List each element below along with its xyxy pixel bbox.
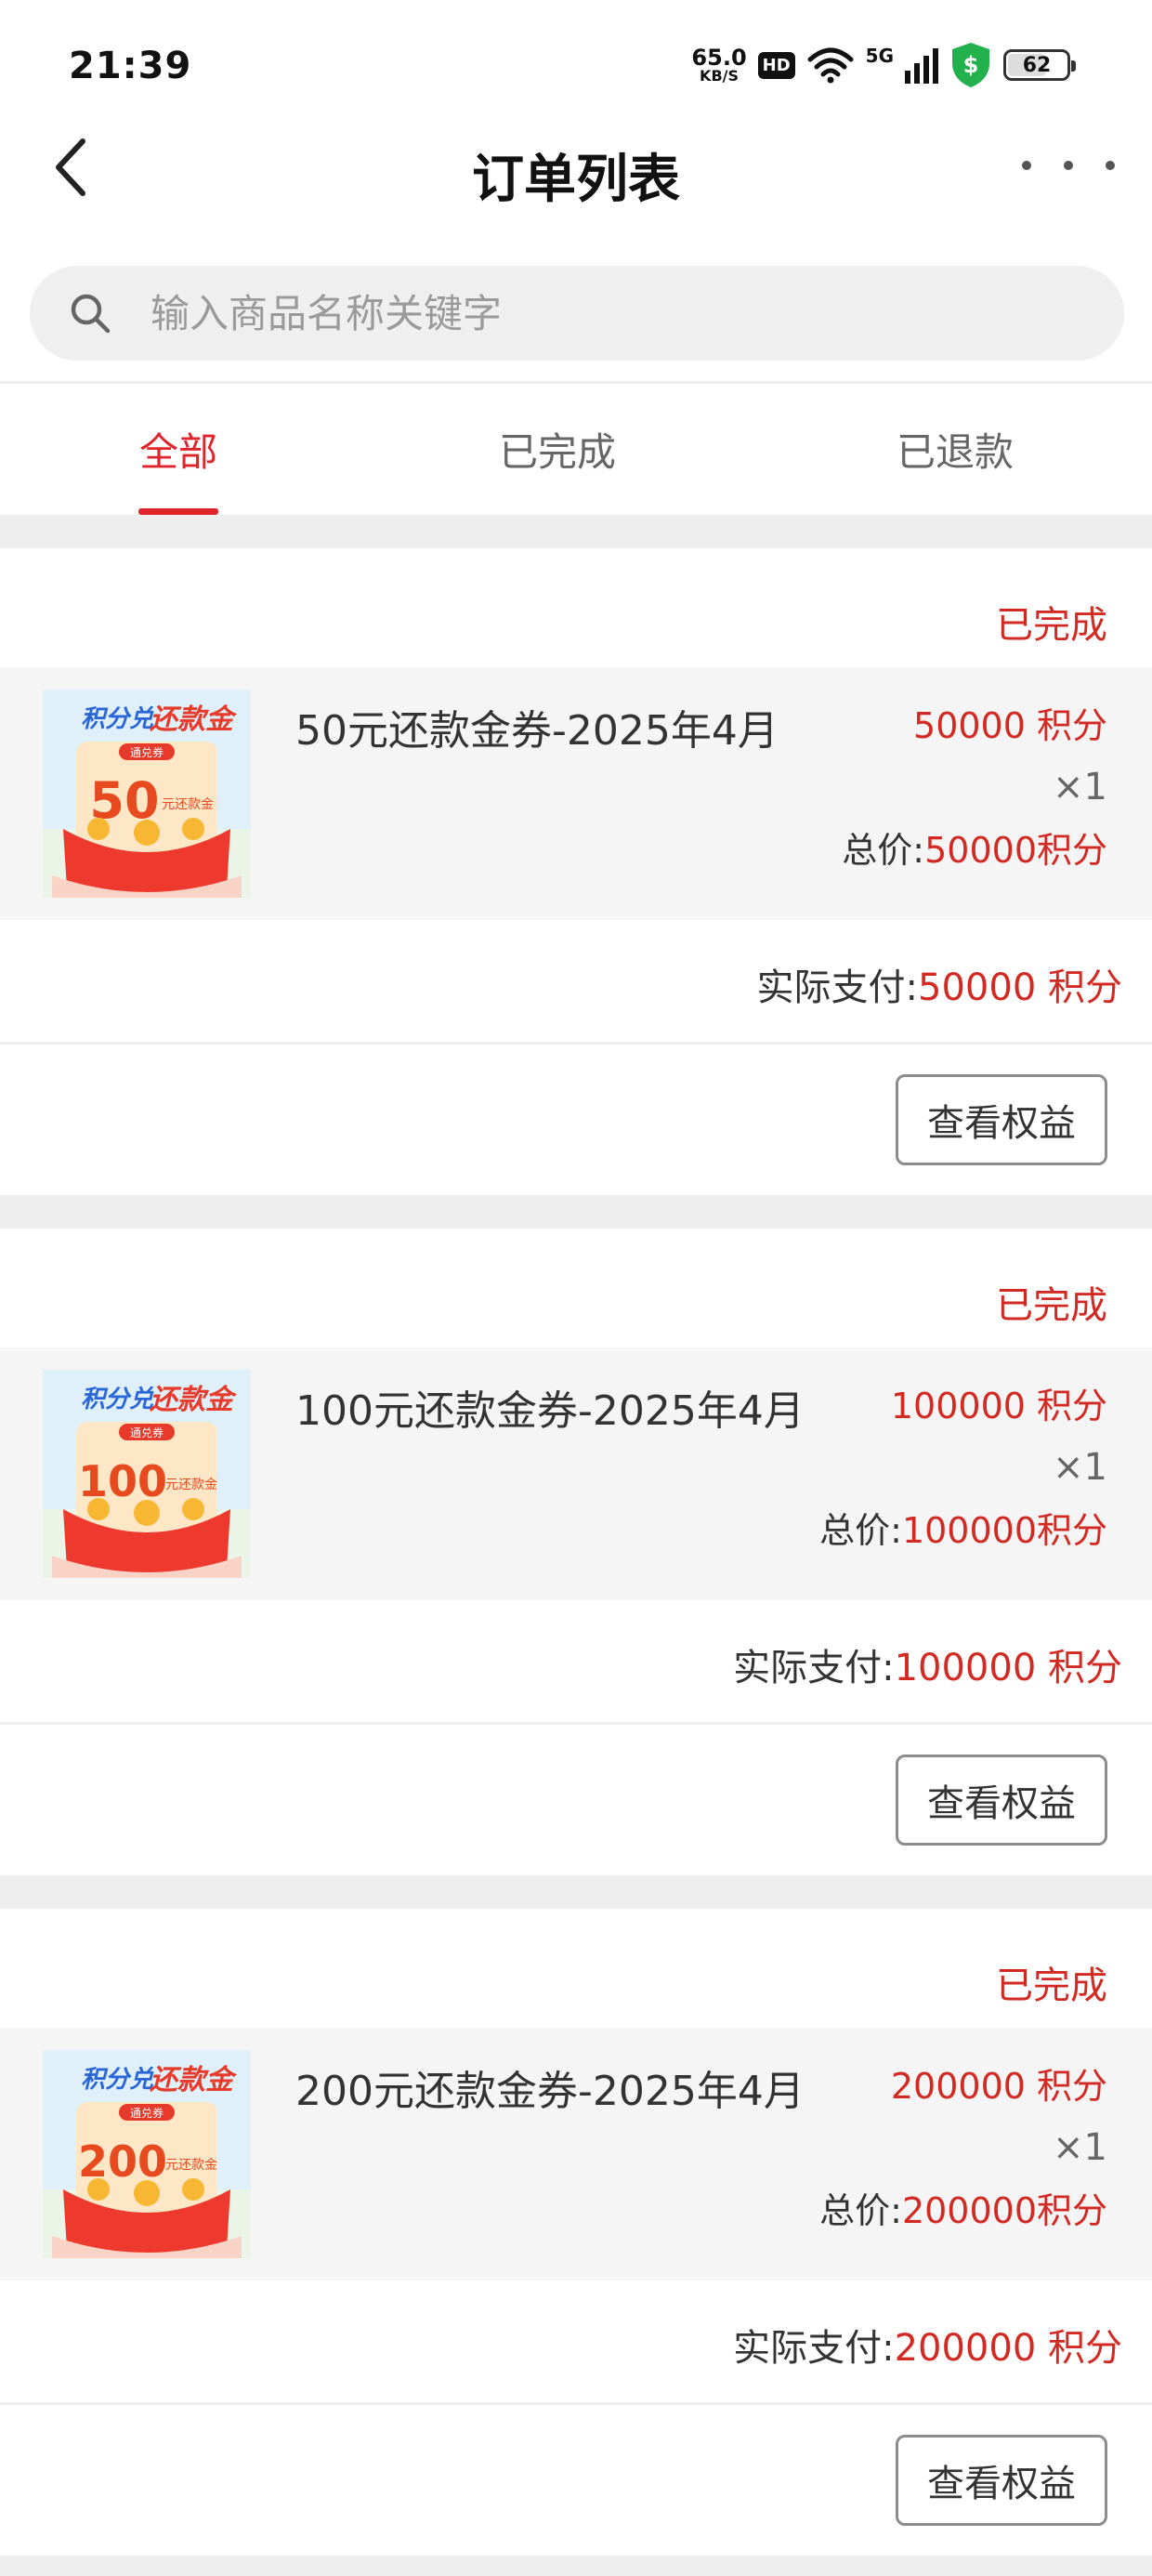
more-dot-icon xyxy=(1106,161,1115,170)
product-name: 50元还款金券-2025年4月 xyxy=(295,707,779,755)
thumb-title-b: 还款金 xyxy=(150,2064,238,2096)
thumb-unit: 元还款金 xyxy=(165,1478,217,1492)
product-total: 总价:100000积分 xyxy=(819,1502,1107,1553)
signal-icon xyxy=(905,48,938,84)
order-card: 已完成 积分兑 还款金 通兑券 50 元还款金 50元还款金券-2025年4月 … xyxy=(0,548,1152,1195)
total-value: 100000积分 xyxy=(901,1510,1107,1551)
status-bar: 21:39 65.0 KB/S HD 5G $ 62 xyxy=(0,0,1152,112)
hd-icon: HD xyxy=(757,51,795,79)
thumb-amount: 100 xyxy=(78,1456,167,1506)
product-total: 总价:200000积分 xyxy=(819,2182,1107,2233)
order-actions: 查看权益 xyxy=(0,2405,1152,2556)
thumb-tag: 通兑券 xyxy=(130,2106,164,2120)
total-label: 总价: xyxy=(842,830,925,871)
order-separator xyxy=(0,1875,1152,1909)
order-separator xyxy=(0,515,1152,548)
payment-value: 200000 积分 xyxy=(894,2327,1122,2370)
product-price: 100000 积分 xyxy=(890,1386,1107,1426)
product-row[interactable]: 积分兑 还款金 通兑券 50 元还款金 50元还款金券-2025年4月 5000… xyxy=(0,667,1152,920)
network-speed-unit: KB/S xyxy=(700,67,740,85)
payment-value: 50000 积分 xyxy=(918,966,1122,1009)
order-card: 已完成 积分兑 还款金 通兑券 100 元还款金 100元还款金券-2025年4… xyxy=(0,1229,1152,1875)
order-list: 已完成 积分兑 还款金 通兑券 50 元还款金 50元还款金券-2025年4月 … xyxy=(0,515,1152,2576)
page-title: 订单列表 xyxy=(472,150,680,210)
total-label: 总价: xyxy=(819,2190,902,2231)
status-tabs: 全部 已完成 已退款 xyxy=(0,381,1152,515)
product-quantity: ×1 xyxy=(1053,2126,1107,2169)
payment-label: 实际支付: xyxy=(733,2327,895,2370)
thumb-title-a: 积分兑 xyxy=(81,2066,154,2094)
order-status-row: 已完成 xyxy=(0,548,1152,667)
product-thumbnail: 积分兑 还款金 通兑券 100 元还款金 xyxy=(43,1370,251,1578)
product-thumbnail: 积分兑 还款金 通兑券 200 元还款金 xyxy=(43,2050,251,2258)
order-status-row: 已完成 xyxy=(0,1909,1152,2028)
tab-all[interactable]: 全部 xyxy=(0,384,357,515)
order-actions: 查看权益 xyxy=(0,1045,1152,1195)
product-price: 50000 积分 xyxy=(913,705,1107,746)
search-bar[interactable] xyxy=(30,266,1124,361)
payment-row: 实际支付:200000 积分 xyxy=(0,2280,1152,2405)
svg-text:$: $ xyxy=(963,52,979,78)
order-status: 已完成 xyxy=(996,604,1107,647)
search-icon xyxy=(71,294,111,334)
network-speed-value: 65.0 xyxy=(691,45,747,71)
view-benefits-button[interactable]: 查看权益 xyxy=(896,2435,1107,2526)
search-input[interactable] xyxy=(151,290,1124,336)
payment-label: 实际支付: xyxy=(733,1647,895,1689)
total-value: 200000积分 xyxy=(901,2190,1107,2231)
more-options-button[interactable] xyxy=(1022,147,1115,184)
thumb-title-a: 积分兑 xyxy=(81,1386,154,1413)
view-benefits-button[interactable]: 查看权益 xyxy=(896,1074,1107,1165)
order-actions: 查看权益 xyxy=(0,1725,1152,1875)
payment-row: 实际支付:50000 积分 xyxy=(0,920,1152,1045)
network-speed: 65.0 KB/S xyxy=(691,46,746,84)
product-row[interactable]: 积分兑 还款金 通兑券 100 元还款金 100元还款金券-2025年4月 10… xyxy=(0,1347,1152,1600)
nav-bar: 订单列表 xyxy=(0,112,1152,232)
more-dot-icon xyxy=(1064,161,1073,170)
thumb-unit: 元还款金 xyxy=(165,2158,217,2173)
order-card: 已完成 积分兑 还款金 通兑券 200 元还款金 200元还款金券-2025年4… xyxy=(0,1909,1152,2556)
product-thumbnail: 积分兑 还款金 通兑券 50 元还款金 xyxy=(43,690,251,898)
view-benefits-button[interactable]: 查看权益 xyxy=(896,1755,1107,1846)
order-status: 已完成 xyxy=(996,1965,1107,2007)
security-shield-icon: $ xyxy=(952,43,989,87)
more-dot-icon xyxy=(1022,161,1031,170)
network-type-label: 5G xyxy=(865,45,894,67)
thumb-title-b: 还款金 xyxy=(150,703,238,736)
product-row[interactable]: 积分兑 还款金 通兑券 200 元还款金 200元还款金券-2025年4月 20… xyxy=(0,2028,1152,2280)
battery-level: 62 xyxy=(1022,53,1052,77)
product-quantity: ×1 xyxy=(1053,1446,1107,1489)
product-name: 200元还款金券-2025年4月 xyxy=(295,2068,805,2115)
order-separator xyxy=(0,2556,1152,2576)
product-total: 总价:50000积分 xyxy=(842,821,1107,873)
wifi-icon xyxy=(807,47,854,84)
battery-icon: 62 xyxy=(1003,49,1076,81)
payment-row: 实际支付:100000 积分 xyxy=(0,1600,1152,1725)
tab-refunded[interactable]: 已退款 xyxy=(758,384,1152,515)
thumb-tag: 通兑券 xyxy=(130,745,164,759)
payment-label: 实际支付: xyxy=(756,966,919,1009)
thumb-title-a: 积分兑 xyxy=(81,705,154,733)
status-icons: 65.0 KB/S HD 5G $ 62 xyxy=(691,43,1076,87)
thumb-unit: 元还款金 xyxy=(162,797,214,812)
total-label: 总价: xyxy=(819,1510,902,1551)
order-status: 已完成 xyxy=(996,1284,1107,1327)
thumb-tag: 通兑券 xyxy=(130,1426,164,1439)
product-quantity: ×1 xyxy=(1053,766,1107,808)
status-time: 21:39 xyxy=(69,45,192,87)
product-price: 200000 积分 xyxy=(890,2066,1107,2107)
thumb-amount: 200 xyxy=(78,2136,167,2187)
total-value: 50000积分 xyxy=(924,830,1107,871)
thumb-title-b: 还款金 xyxy=(150,1384,238,1416)
order-status-row: 已完成 xyxy=(0,1229,1152,1347)
payment-value: 100000 积分 xyxy=(894,1647,1122,1689)
tab-completed[interactable]: 已完成 xyxy=(357,384,758,515)
order-separator xyxy=(0,1195,1152,1229)
product-name: 100元还款金券-2025年4月 xyxy=(295,1387,805,1435)
